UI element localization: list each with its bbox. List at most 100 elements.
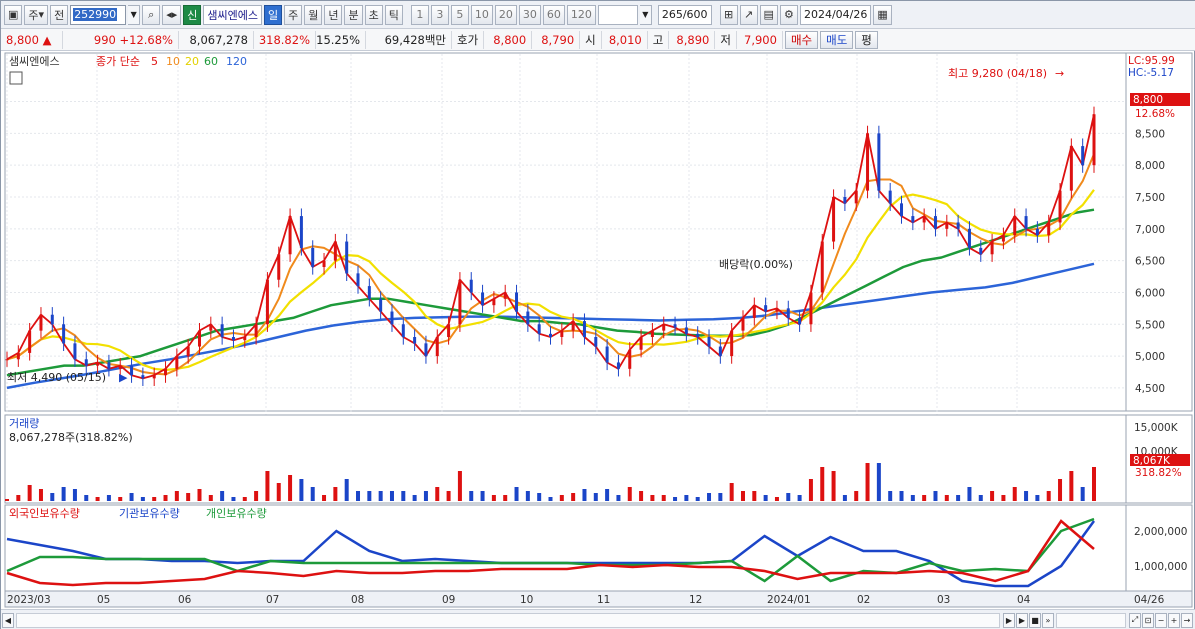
volume-bar [254, 491, 259, 501]
interval-1[interactable]: 1 [410, 4, 429, 25]
date-label: 04/26 [1134, 594, 1165, 606]
scroll-right-icon[interactable]: ▶ [1003, 612, 1015, 628]
interval-dropdown-icon[interactable]: ▼ [639, 4, 652, 25]
legend-ma10: 10 [166, 55, 180, 68]
period-second[interactable]: 초 [364, 4, 383, 25]
candle-body [424, 343, 428, 357]
gear-icon[interactable]: ⚙ [779, 4, 798, 25]
candle-body [1013, 216, 1017, 236]
period-tick[interactable]: 틱 [384, 4, 403, 25]
prev-button[interactable]: 전 [50, 4, 69, 25]
table-icon[interactable] [9, 71, 23, 85]
volume-bar [106, 495, 111, 501]
candle-body [900, 203, 904, 217]
interval-60[interactable]: 60 [542, 4, 565, 25]
play-icon[interactable]: ▶ [1016, 612, 1028, 628]
period-minute[interactable]: 분 [344, 4, 363, 25]
buy-button[interactable]: 매수 [784, 30, 819, 49]
volume-bar [378, 491, 383, 501]
volume-bar [774, 497, 779, 501]
volume-bar [820, 467, 825, 501]
period-year[interactable]: 년 [324, 4, 343, 25]
scroll-left-icon[interactable]: ◀ [2, 612, 14, 628]
expand-icon[interactable]: → [1181, 612, 1193, 628]
date-label: 11 [597, 594, 610, 606]
volume-bar [446, 491, 451, 501]
zoom-fit-icon[interactable]: ⤢ [1129, 612, 1141, 628]
indicator-icon[interactable]: ⊞ [719, 4, 738, 25]
price-tag-text: 8,800 [1133, 94, 1163, 106]
period-week[interactable]: 주 [284, 4, 303, 25]
zoom-lock-icon[interactable]: ⊡ [1142, 612, 1154, 628]
volume-bar [537, 493, 542, 501]
lc-label: LC:95.99 [1128, 55, 1175, 67]
interval-30[interactable]: 30 [518, 4, 541, 25]
new-badge[interactable]: 신 [183, 4, 202, 25]
volume-bar [84, 495, 89, 501]
current-price: 8,800 ▲ [1, 30, 63, 49]
volume-bar [876, 463, 881, 501]
candle-body [560, 330, 564, 337]
zoom-slider[interactable] [1056, 612, 1126, 628]
candle-body [50, 314, 54, 325]
volume-bar [288, 475, 293, 501]
volume-bar [333, 487, 338, 501]
chart-area[interactable]: 9,0008,5008,0007,5007,0006,5006,0005,500… [1, 51, 1195, 609]
candle-body [571, 321, 575, 331]
holding-axis-1m: 1,000,000 [1134, 561, 1187, 573]
volume-bar [152, 497, 157, 501]
scroll-track[interactable] [16, 612, 1000, 628]
period-day[interactable]: 일 [263, 4, 283, 25]
volume-bar [763, 495, 768, 501]
stock-code-input[interactable]: 252990 [70, 4, 127, 25]
volume-ratio: 318.82% [254, 30, 316, 49]
candle-body [243, 337, 247, 341]
sell-button[interactable]: 매도 [820, 30, 854, 49]
volume-bar [220, 491, 225, 501]
interval-3[interactable]: 3 [430, 4, 449, 25]
volume-bar [639, 491, 644, 501]
legend-ma5: 5 [151, 55, 158, 68]
legend-institution: 기관보유수량 [119, 507, 180, 520]
eval-button[interactable]: 평 [855, 30, 878, 49]
hoga-label: 호가 [452, 30, 485, 49]
volume-bar [842, 495, 847, 501]
candle-body [333, 241, 337, 261]
interval-10[interactable]: 10 [470, 4, 493, 25]
interval-120[interactable]: 120 [566, 4, 596, 25]
calendar-icon[interactable]: ▦ [873, 4, 892, 25]
candle-body [39, 314, 43, 331]
candle-body [820, 241, 824, 293]
save-icon[interactable]: ▤ [759, 4, 778, 25]
zoom-out-icon[interactable]: − [1155, 612, 1167, 628]
interval-5[interactable]: 5 [450, 4, 469, 25]
volume-bar [242, 497, 247, 501]
volume-bar [5, 499, 9, 501]
volume-bar [559, 495, 564, 501]
volume-bar [1024, 491, 1029, 501]
market-select[interactable]: 주 ▾ [24, 4, 49, 25]
fast-forward-icon[interactable]: » [1042, 612, 1054, 628]
candle-body [62, 324, 66, 344]
sound-icon[interactable]: ◂▸ [162, 4, 182, 25]
code-dropdown-icon[interactable]: ▼ [128, 4, 141, 25]
stop-icon[interactable]: ■ [1029, 612, 1041, 628]
volume-bar [389, 491, 394, 501]
zoom-in-icon[interactable]: + [1168, 612, 1180, 628]
draw-icon[interactable]: ↗ [739, 4, 758, 25]
volume-value: 8,067,278 [179, 30, 254, 49]
interval-20[interactable]: 20 [494, 4, 517, 25]
chart-scrollbar[interactable]: ◀ ▶ ▶ ■ » ⤢ ⊡ − + → [1, 609, 1195, 629]
volume-bar [435, 487, 440, 501]
layout-icon[interactable]: ▣ [4, 4, 23, 25]
date-field[interactable]: 2024/04/26 [799, 4, 872, 25]
count-field[interactable]: 265/600 [657, 4, 712, 25]
candle-body [549, 333, 552, 337]
quote-bar: 8,800 ▲ 990 +12.68% 8,067,278 318.82% 15… [1, 29, 1195, 51]
period-month[interactable]: 월 [304, 4, 323, 25]
search-icon[interactable]: ⌕ [142, 4, 161, 25]
volume-panel[interactable] [4, 414, 1127, 504]
volume-bar [367, 491, 372, 501]
chart-svg[interactable]: 9,0008,5008,0007,5007,0006,5006,0005,500… [1, 51, 1195, 609]
interval-custom-input[interactable] [597, 4, 638, 25]
